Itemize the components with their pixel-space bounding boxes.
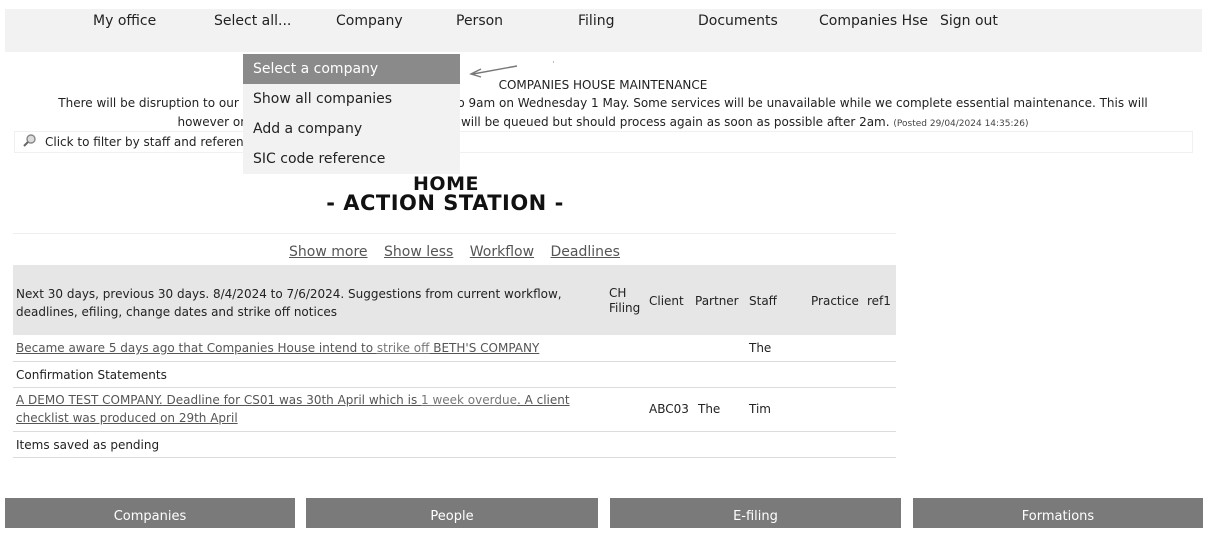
- header-ch-filing-2: Filing: [609, 301, 641, 315]
- header-ch-filing-1: CH: [609, 286, 627, 300]
- table-header-description: Next 30 days, previous 30 days. 8/4/2024…: [16, 287, 562, 319]
- notice-title: COMPANIES HOUSE MAINTENANCE: [498, 78, 708, 92]
- menu-add-company[interactable]: Add a company: [243, 114, 460, 144]
- notice-line-1: There will be disruption to our onl) Apr…: [58, 96, 1148, 110]
- menu-show-all-companies[interactable]: Show all companies: [243, 84, 460, 114]
- deadlines-link[interactable]: Deadlines: [551, 244, 620, 260]
- row-divider: [13, 387, 896, 388]
- nav-sign-out[interactable]: Sign out: [940, 0, 998, 43]
- page-subtitle-action-station: - ACTION STATION -: [326, 191, 564, 215]
- nav-company[interactable]: Company: [336, 0, 403, 43]
- show-less-link[interactable]: Show less: [384, 244, 453, 260]
- notice-dot: ·: [552, 58, 555, 68]
- workflow-link[interactable]: Workflow: [470, 244, 534, 260]
- show-more-link[interactable]: Show more: [289, 244, 368, 260]
- header-practice: Practice: [811, 294, 859, 308]
- header-client: Client: [649, 294, 684, 308]
- row-staff: The: [749, 341, 772, 355]
- row-staff: Tim: [749, 402, 771, 416]
- notice-line-2: however only a filings will be queued but…: [177, 115, 1029, 129]
- pointer-arrow-icon: [469, 65, 518, 78]
- select-all-dropdown: Select a company Show all companies Add …: [243, 54, 460, 174]
- nav-my-office[interactable]: My office: [93, 0, 156, 43]
- table-row-continuation[interactable]: checklist was produced on 29th April: [16, 411, 238, 425]
- header-partner: Partner: [695, 294, 739, 308]
- nav-filing[interactable]: Filing: [578, 0, 614, 43]
- table-view-links: Show more Show less Workflow Deadlines: [13, 244, 896, 260]
- nav-select-all[interactable]: Select all...: [214, 0, 291, 43]
- section-heading-confirmation-statements: Confirmation Statements: [16, 368, 167, 382]
- tile-formations[interactable]: Formations: [913, 498, 1203, 528]
- menu-sic-code-reference[interactable]: SIC code reference: [243, 144, 460, 174]
- table-row[interactable]: Became aware 5 days ago that Companies H…: [16, 341, 539, 355]
- table-row[interactable]: A DEMO TEST COMPANY. Deadline for CS01 w…: [16, 393, 570, 407]
- nav-person[interactable]: Person: [456, 0, 503, 43]
- row-partner: The: [698, 402, 721, 416]
- row-divider: [13, 361, 896, 362]
- filter-label[interactable]: Click to filter by staff and referenc: [45, 135, 250, 149]
- row-divider: [13, 431, 896, 432]
- tile-e-filing[interactable]: E-filing: [610, 498, 901, 528]
- notice-posted-date: (Posted 29/04/2024 14:35:26): [893, 119, 1029, 129]
- section-heading-items-pending: Items saved as pending: [16, 438, 160, 452]
- row-divider: [13, 457, 896, 458]
- tile-companies[interactable]: Companies: [5, 498, 295, 528]
- header-staff: Staff: [749, 294, 777, 308]
- magnifier-icon[interactable]: [22, 133, 38, 149]
- header-ref1: ref1: [867, 294, 891, 308]
- nav-companies-house[interactable]: Companies Hse: [819, 0, 928, 43]
- menu-select-company[interactable]: Select a company: [243, 54, 460, 84]
- tile-people[interactable]: People: [306, 498, 598, 528]
- row-client: ABC03: [649, 402, 689, 416]
- nav-documents[interactable]: Documents: [698, 0, 778, 43]
